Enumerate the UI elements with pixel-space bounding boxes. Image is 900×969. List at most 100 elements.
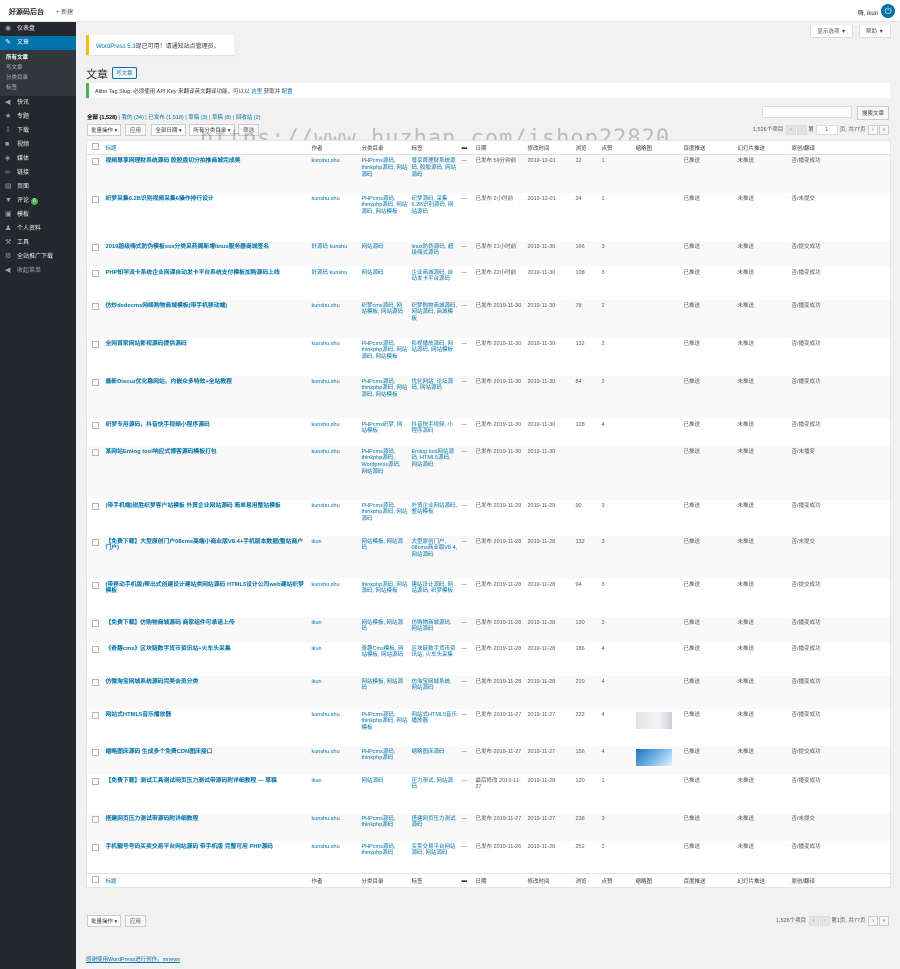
row-checkbox[interactable]: [92, 538, 99, 546]
column-header[interactable]: 日期: [473, 140, 526, 155]
post-tags[interactable]: 抖音快手视频, 小程序源码: [410, 419, 460, 446]
row-checkbox[interactable]: [92, 243, 99, 251]
filter-pending[interactable]: 草稿 (8): [212, 115, 231, 121]
post-author[interactable]: kunshu.shu: [310, 813, 360, 841]
row-checkbox[interactable]: [92, 269, 99, 277]
row-checkbox[interactable]: [92, 195, 99, 203]
sidebar-item-tools[interactable]: ⚒ 工具: [0, 236, 76, 250]
post-categories[interactable]: 织梦cms源码, 网站模板, 网站源码: [360, 300, 410, 338]
tag-notice-link-here[interactable]: 这里: [251, 89, 262, 95]
post-tags[interactable]: 建站设计源码, 网站源码, 织梦模板: [410, 579, 460, 617]
tag-notice-link-config[interactable]: 配置: [282, 89, 293, 95]
row-checkbox[interactable]: [92, 448, 99, 456]
post-title-link[interactable]: 织梦采集6.2B识别视频采集6操作排行设计: [106, 196, 214, 202]
post-categories[interactable]: 网站源码: [360, 775, 410, 813]
post-title-link[interactable]: 仿微淘宝网城系统源码完美会员分类: [106, 679, 199, 685]
post-tags[interactable]: 缩略图床源码: [410, 746, 460, 775]
post-author[interactable]: ikun: [310, 536, 360, 579]
current-page-input[interactable]: 1: [815, 125, 838, 135]
row-checkbox[interactable]: [92, 581, 99, 589]
post-tags[interactable]: 大型原创门户, 08cms商业版V8.4, 网站源码: [410, 536, 460, 579]
post-categories[interactable]: PHPcms源码, thinkphp源码, 网站源码: [360, 155, 410, 193]
filter-mine[interactable]: 我的 (34): [121, 115, 143, 121]
post-tags[interactable]: 买卖交易平台网站源码, 网站源码: [410, 841, 460, 874]
sidebar-item-dashboard[interactable]: ◉ 仪表盘: [0, 22, 76, 36]
post-author[interactable]: kunshu.shu: [310, 155, 360, 193]
row-checkbox[interactable]: [92, 378, 99, 386]
submenu-item[interactable]: 分类目录: [0, 73, 76, 83]
post-categories[interactable]: PHPcms源码, thinkphp源码, 网站模板: [360, 709, 410, 746]
post-author[interactable]: ikun: [310, 617, 360, 643]
sidebar-item-page[interactable]: ▤ 页面: [0, 180, 76, 194]
sidebar-item-gear[interactable]: ⚙ 全站推广下载: [0, 250, 76, 264]
filter-all[interactable]: 全部 (1,528): [87, 115, 117, 121]
post-author[interactable]: kunshu.shu: [310, 709, 360, 746]
post-tags[interactable]: 仿购物商城源码, 网站源码: [410, 617, 460, 643]
post-tags[interactable]: 企业商城源码, 自动发卡平台源码: [410, 267, 460, 300]
post-categories[interactable]: 网站源码: [360, 241, 410, 267]
row-checkbox[interactable]: [92, 711, 99, 719]
select-all-checkbox[interactable]: [92, 143, 99, 150]
post-author[interactable]: kunshu.shu: [310, 419, 360, 446]
row-checkbox[interactable]: [92, 815, 99, 823]
post-author[interactable]: ikun: [310, 775, 360, 813]
sidebar-item-pin[interactable]: ✎ 文章: [0, 36, 76, 50]
post-author[interactable]: ikun: [310, 643, 360, 676]
search-input[interactable]: [762, 106, 853, 118]
post-title-link[interactable]: 网站式HTML5音乐播放器: [106, 712, 172, 718]
help-button[interactable]: 帮助 ▼: [859, 25, 891, 38]
column-header[interactable]: 标题: [103, 873, 310, 888]
post-title-link[interactable]: 仿炒dedecms网络购物商城模板(带手机移动端): [106, 303, 228, 309]
row-checkbox[interactable]: [92, 302, 99, 310]
filter-button[interactable]: 筛选: [238, 124, 260, 136]
sidebar-item-media[interactable]: ◈ 媒体: [0, 152, 76, 166]
post-tags[interactable]: 压力测试, 网站源码: [410, 775, 460, 813]
post-author[interactable]: kunshu.shu: [310, 376, 360, 419]
apply-button-bottom[interactable]: 应用: [124, 915, 146, 927]
post-author[interactable]: ikun: [310, 676, 360, 709]
account-menu[interactable]: 嗨, ikun: [858, 8, 878, 17]
filter-draft[interactable]: 草稿 (3): [188, 115, 207, 121]
post-categories[interactable]: PHPcms源码, thinkphp源码, 网站源码: [360, 500, 410, 536]
column-header[interactable]: 修改时间: [525, 140, 574, 155]
post-categories[interactable]: PHPcms源码, thinkphp源码: [360, 813, 410, 841]
post-title-link[interactable]: 【免费下载】大型原创门户08cms高端小商业版V8.4+手机版本数据(整站商户门…: [106, 539, 304, 552]
post-tags[interactable]: linux防伪源码, 超级嗨式源码: [410, 241, 460, 267]
submenu-item[interactable]: 写文章: [0, 63, 76, 73]
update-link[interactable]: WordPress 5.3: [96, 44, 136, 50]
post-author[interactable]: kunshu.shu: [310, 500, 360, 536]
post-author[interactable]: kunshu.shu: [310, 746, 360, 775]
filter-published[interactable]: 已发布 (1,518): [148, 115, 183, 121]
row-checkbox[interactable]: [92, 777, 99, 785]
post-categories[interactable]: 网站模板, 网站源码: [360, 676, 410, 709]
post-author[interactable]: 好源码 kunshu: [310, 241, 360, 267]
post-tags[interactable]: 织梦源码, 采集6.2B识别源码, 网站源码: [410, 193, 460, 241]
post-tags[interactable]: 搭建网页压力测试源码: [410, 813, 460, 841]
post-tags[interactable]: 织梦购物商城源码, 网站源码, 商城模板: [410, 300, 460, 338]
bulk-action-select-bottom[interactable]: 批量操作 ▾: [87, 915, 122, 927]
column-header[interactable]: 日期: [473, 873, 526, 888]
sidebar-item-comment[interactable]: ▼ 评论 6: [0, 194, 76, 208]
post-title-link[interactable]: PHP知学派卡系统企业网课自动发卡平台系统支付模板加购源码上线: [106, 270, 280, 276]
post-title-link[interactable]: 缩略图床源码 生成多个免费CDN图床接口: [106, 749, 213, 755]
row-checkbox[interactable]: [92, 645, 99, 653]
post-categories[interactable]: PHPcms源码, thinkphp源码, 网站源码, 网站模板: [360, 193, 410, 241]
row-checkbox[interactable]: [92, 502, 99, 510]
row-checkbox[interactable]: [92, 421, 99, 429]
site-title-link[interactable]: 好源码后台: [9, 7, 44, 17]
post-author[interactable]: kunshu.shu: [310, 338, 360, 376]
post-title-link[interactable]: 2019超级嗨式防伪模板sss分类采药阁新增linux服务器商城签名: [106, 244, 270, 250]
post-title-link[interactable]: 《奇趣cms》区块链数字货币资讯站+火车头采集: [106, 646, 231, 652]
search-button[interactable]: 搜索文章: [856, 106, 889, 120]
post-title-link[interactable]: 视频尊享网理财系统源码 胶胶盘切分拍推商城完成美: [106, 158, 241, 164]
column-header[interactable]: 标题: [103, 140, 310, 155]
post-categories[interactable]: PHPcms源码, thinkphp源码, 网站源码, 网站模板: [360, 338, 410, 376]
next-page-button-bottom[interactable]: ›: [868, 916, 878, 926]
apply-button[interactable]: 应用: [124, 124, 146, 136]
post-tags[interactable]: 尊享首理财系统源码, 胶胶源码, 网站源码: [410, 155, 460, 193]
post-title-link[interactable]: 手机靓号号码买卖交易平台网站源码 带手机版 完整可用 PHP源码: [106, 844, 273, 850]
post-categories[interactable]: 网站模板, 网站源码: [360, 536, 410, 579]
sidebar-item-user[interactable]: ♟ 个人资料: [0, 222, 76, 236]
post-title-link[interactable]: (带手机端)锐胜织梦客户站模板 外贸企业网站源码 简单易用整站模板: [106, 503, 281, 509]
first-page-button-bottom[interactable]: «: [808, 916, 819, 926]
